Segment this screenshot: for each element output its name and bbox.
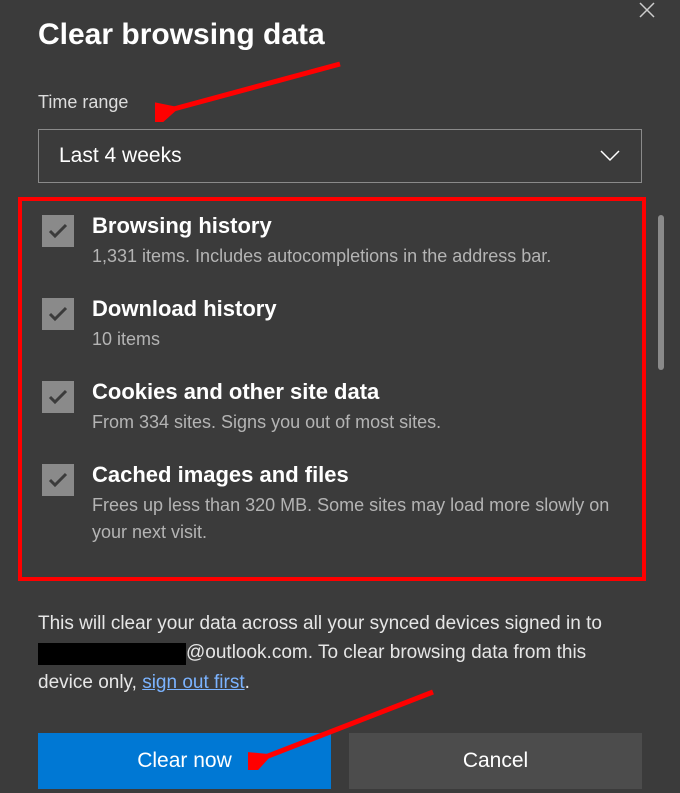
checkbox-cookies[interactable] <box>42 381 74 413</box>
item-cache: Cached images and files Frees up less th… <box>30 462 634 546</box>
item-title: Download history <box>92 296 634 322</box>
item-desc: 10 items <box>92 326 634 353</box>
cancel-button[interactable]: Cancel <box>349 733 642 789</box>
item-desc: 1,331 items. Includes autocompletions in… <box>92 243 634 270</box>
check-icon <box>48 472 68 488</box>
scrollbar[interactable] <box>658 215 664 370</box>
close-icon <box>638 1 656 19</box>
redacted-email <box>38 643 186 665</box>
item-title: Browsing history <box>92 213 634 239</box>
data-types-highlight: Browsing history 1,331 items. Includes a… <box>18 197 646 581</box>
checkbox-browsing-history[interactable] <box>42 215 74 247</box>
item-cookies: Cookies and other site data From 334 sit… <box>30 379 634 436</box>
check-icon <box>48 223 68 239</box>
time-range-label: Time range <box>38 92 642 113</box>
checkbox-download-history[interactable] <box>42 298 74 330</box>
item-download-history: Download history 10 items <box>30 296 634 353</box>
item-title: Cached images and files <box>92 462 634 488</box>
item-browsing-history: Browsing history 1,331 items. Includes a… <box>30 213 634 270</box>
notice-text: . <box>245 672 250 693</box>
item-desc: From 334 sites. Signs you out of most si… <box>92 409 634 436</box>
check-icon <box>48 389 68 405</box>
clear-now-button[interactable]: Clear now <box>38 733 331 789</box>
sign-out-link[interactable]: sign out first <box>142 672 244 693</box>
time-range-value: Last 4 weeks <box>59 144 182 168</box>
close-button[interactable] <box>632 0 662 25</box>
sync-notice: This will clear your data across all you… <box>38 609 642 697</box>
check-icon <box>48 306 68 322</box>
item-desc: Frees up less than 320 MB. Some sites ma… <box>92 492 634 546</box>
item-title: Cookies and other site data <box>92 379 634 405</box>
notice-text: This will clear your data across all you… <box>38 613 602 634</box>
dialog-title: Clear browsing data <box>38 18 642 52</box>
chevron-down-icon <box>599 149 621 163</box>
checkbox-cache[interactable] <box>42 464 74 496</box>
time-range-select[interactable]: Last 4 weeks <box>38 129 642 183</box>
